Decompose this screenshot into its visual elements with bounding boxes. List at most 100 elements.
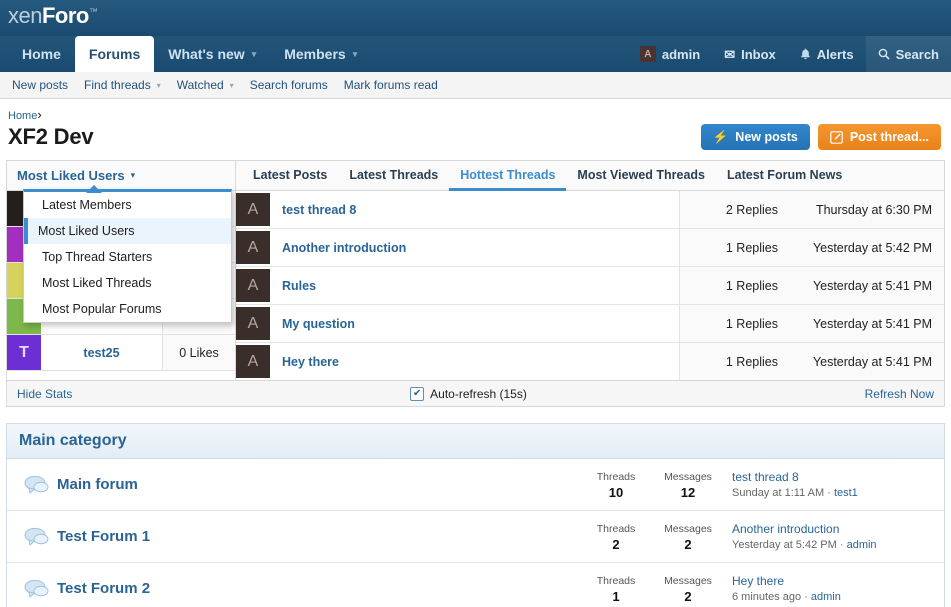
subnav-mark-forums-read[interactable]: Mark forums read (336, 78, 446, 92)
nav-account-admin[interactable]: A admin (628, 36, 712, 72)
thread-title[interactable]: My question (270, 305, 679, 342)
post-thread-button[interactable]: Post thread... (817, 124, 941, 150)
site-logo[interactable]: xenForo™ (8, 5, 98, 27)
last-post-user[interactable]: admin (847, 539, 877, 551)
stats-user-row[interactable]: T test25 0 Likes (7, 335, 235, 371)
refresh-now-link[interactable]: Refresh Now (865, 387, 934, 401)
nav-tab-list: Home Forums What's new ▾ Members ▾ (0, 36, 371, 72)
messages-label: Messages (664, 470, 712, 483)
forum-bubble-icon (19, 579, 53, 599)
page-title: XF2 Dev (8, 124, 94, 149)
last-post-title[interactable]: test thread 8 (732, 469, 932, 485)
last-post-user[interactable]: test1 (834, 487, 858, 499)
last-post-title[interactable]: Another introduction (732, 521, 932, 537)
nav-tab-members[interactable]: Members ▾ (270, 36, 371, 72)
subnav-watched-label: Watched (176, 78, 224, 92)
tab-hottest-threads[interactable]: Hottest Threads (449, 161, 567, 191)
subnav-find-threads[interactable]: Find threads ▾ (76, 78, 169, 92)
last-post-date: Sunday at 1:11 AM (732, 486, 825, 499)
subnav-watched[interactable]: Watched ▾ (169, 78, 242, 92)
tab-latest-posts[interactable]: Latest Posts (242, 161, 338, 191)
forum-stats: Threads 2 Messages 2 (580, 522, 724, 552)
dropdown-item-latest-members[interactable]: Latest Members (24, 192, 231, 218)
subnav-new-posts-label: New posts (12, 78, 69, 92)
thread-row[interactable]: A My question 1 Replies Yesterday at 5:4… (236, 305, 944, 343)
thread-row[interactable]: A Hey there 1 Replies Yesterday at 5:41 … (236, 343, 944, 380)
thread-replies: 1 Replies (679, 229, 784, 266)
nav-tab-forums[interactable]: Forums (74, 36, 155, 72)
hide-stats-link[interactable]: Hide Stats (17, 387, 72, 401)
forum-bubble-icon (19, 475, 53, 495)
tab-label: Most Viewed Threads (577, 167, 706, 182)
last-post-meta: Yesterday at 5:42 PM · admin (732, 537, 932, 553)
chevron-down-icon: ▾ (251, 48, 257, 59)
nav-search[interactable]: Search (865, 36, 951, 72)
thread-row[interactable]: A Rules 1 Replies Yesterday at 5:41 PM (236, 267, 944, 305)
category-title[interactable]: Main category (19, 432, 127, 450)
nav-tab-home-label: Home (22, 46, 61, 62)
new-posts-button[interactable]: ⚡ New posts (700, 124, 810, 150)
tab-label: Latest Posts (253, 167, 328, 182)
subnav-search-forums[interactable]: Search forums (242, 78, 336, 92)
messages-label: Messages (664, 522, 712, 535)
tab-label: Latest Threads (349, 167, 439, 182)
tab-latest-threads[interactable]: Latest Threads (338, 161, 449, 191)
stats-user-name[interactable]: test25 (41, 335, 162, 370)
last-post-separator: · (839, 538, 844, 551)
threads-count: 10 (608, 484, 624, 500)
page-title-bar: XF2 Dev ⚡ New posts Post thread... (0, 122, 951, 160)
messages-count: 2 (684, 536, 692, 552)
dropdown-item-most-liked-threads[interactable]: Most Liked Threads (24, 270, 231, 296)
subnav-new-posts[interactable]: New posts (4, 78, 76, 92)
forum-row[interactable]: Main forum Threads 10 Messages 12 test t… (7, 459, 944, 511)
messages-label: Messages (664, 574, 712, 587)
thread-row[interactable]: A test thread 8 2 Replies Thursday at 6:… (236, 191, 944, 229)
tab-label: Latest Forum News (727, 167, 843, 182)
thread-replies: 1 Replies (679, 305, 784, 342)
last-post-user[interactable]: admin (811, 591, 841, 603)
dropdown-item-most-popular-forums[interactable]: Most Popular Forums (24, 296, 231, 322)
last-post-title[interactable]: Hey there (732, 573, 932, 589)
breadcrumb: Home› (0, 99, 951, 122)
forum-row[interactable]: Test Forum 1 Threads 2 Messages 2 Anothe… (7, 511, 944, 563)
tab-latest-forum-news[interactable]: Latest Forum News (716, 161, 853, 191)
forum-name[interactable]: Main forum (53, 476, 138, 493)
auto-refresh-control[interactable]: ✔ Auto-refresh (15s) (410, 386, 527, 401)
nav-alerts-label: Alerts (816, 46, 854, 62)
post-thread-button-label: Post thread... (849, 130, 929, 144)
breadcrumb-home[interactable]: Home (8, 110, 37, 122)
threads-label: Threads (596, 522, 636, 535)
tab-label: Hottest Threads (460, 167, 556, 182)
nav-inbox[interactable]: ✉ Inbox (712, 36, 788, 72)
nav-search-label: Search (895, 46, 939, 62)
thread-title[interactable]: Hey there (270, 343, 679, 380)
thread-replies: 1 Replies (679, 343, 784, 380)
site-header: xenForo™ (0, 0, 951, 36)
checkbox-icon[interactable]: ✔ (410, 386, 425, 401)
thread-title[interactable]: test thread 8 (270, 191, 679, 228)
nav-tab-whats-new[interactable]: What's new ▾ (154, 36, 270, 72)
tab-most-viewed-threads[interactable]: Most Viewed Threads (566, 161, 716, 191)
forum-name[interactable]: Test Forum 2 (53, 580, 150, 597)
forum-name[interactable]: Test Forum 1 (53, 528, 150, 545)
stats-selector-label: Most Liked Users (17, 168, 125, 183)
thread-row[interactable]: A Another introduction 1 Replies Yesterd… (236, 229, 944, 267)
dropdown-item-top-thread-starters[interactable]: Top Thread Starters (24, 244, 231, 270)
dropdown-item-most-liked-users[interactable]: Most Liked Users (24, 218, 231, 244)
nav-alerts[interactable]: Alerts (788, 36, 866, 72)
stats-user-likes: 0 Likes (162, 335, 235, 370)
thread-date: Yesterday at 5:41 PM (784, 343, 944, 380)
threads-label: Threads (596, 574, 636, 587)
nav-inbox-label: Inbox (741, 46, 776, 62)
thread-title[interactable]: Another introduction (270, 229, 679, 266)
messages-count: 12 (680, 484, 696, 500)
stats-selector[interactable]: Most Liked Users ▾ (7, 161, 235, 191)
statistics-grid: Most Liked Users ▾ T test25 0 Likes Late… (7, 161, 944, 380)
nav-tab-home[interactable]: Home (8, 36, 75, 72)
forum-row[interactable]: Test Forum 2 Threads 1 Messages 2 Hey th… (7, 563, 944, 607)
stats-selector-dropdown[interactable]: Latest Members Most Liked Users Top Thre… (23, 185, 232, 323)
forum-messages-stat: Messages 2 (652, 574, 724, 604)
forum-page: xenForo™ Home Forums What's new ▾ Member… (0, 0, 951, 607)
dropdown-item-label: Most Liked Users (38, 224, 135, 238)
thread-title[interactable]: Rules (270, 267, 679, 304)
